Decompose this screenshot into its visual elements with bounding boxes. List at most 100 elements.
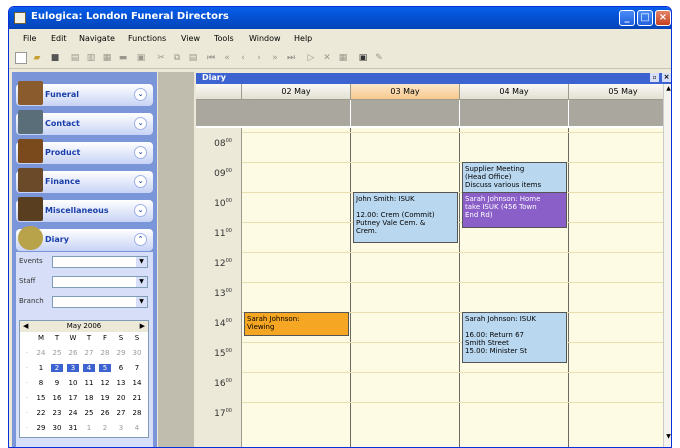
chevron-down-icon[interactable]: ▼ bbox=[136, 257, 147, 267]
calendar-day[interactable]: 3 bbox=[67, 364, 79, 372]
calendar-day[interactable]: 16 bbox=[51, 394, 63, 402]
calendar-day[interactable]: 22 bbox=[35, 409, 47, 417]
report-icon[interactable]: ▣ bbox=[135, 52, 147, 64]
calendar-day[interactable]: 30 bbox=[51, 424, 63, 432]
calendar-day[interactable]: 27 bbox=[115, 409, 127, 417]
chevron-down-icon[interactable]: ⌄ bbox=[134, 175, 147, 188]
calendar-day[interactable]: 29 bbox=[115, 349, 127, 357]
maximize-button[interactable]: □ bbox=[637, 10, 653, 26]
pane-splitter[interactable] bbox=[158, 72, 194, 447]
calendar-day[interactable]: 3 bbox=[115, 424, 127, 432]
vertical-scrollbar[interactable]: ▲ ▼ bbox=[663, 84, 671, 447]
chevron-down-icon[interactable]: ⌄ bbox=[134, 117, 147, 130]
menu-edit[interactable]: Edit bbox=[51, 34, 67, 43]
menu-tools[interactable]: Tools bbox=[214, 34, 234, 43]
paste-icon[interactable]: ▤ bbox=[187, 52, 199, 64]
nav-funeral[interactable]: Funeral ⌄ bbox=[16, 81, 153, 106]
chevron-down-icon[interactable]: ⌄ bbox=[134, 204, 147, 217]
calendar-day[interactable]: 23 bbox=[51, 409, 63, 417]
calendar-day[interactable]: 17 bbox=[67, 394, 79, 402]
calendar-day[interactable]: 29 bbox=[35, 424, 47, 432]
calendar-day[interactable]: 13 bbox=[115, 379, 127, 387]
prev-month-icon[interactable]: ◀ bbox=[23, 321, 28, 332]
day-column[interactable] bbox=[569, 128, 671, 447]
day-header[interactable]: 02 May bbox=[242, 84, 351, 100]
calendar-day[interactable]: 30 bbox=[131, 349, 143, 357]
calendar-day[interactable]: 4 bbox=[131, 424, 143, 432]
calendar-day[interactable]: 27 bbox=[83, 349, 95, 357]
title-bar[interactable]: Eulogica: London Funeral Directors _ □ × bbox=[9, 7, 671, 29]
calendar-day[interactable]: 1 bbox=[35, 364, 47, 372]
restore-icon[interactable]: ▫ bbox=[650, 73, 659, 82]
nav-diary[interactable]: Diary ⌃ bbox=[16, 226, 153, 251]
next-record-icon[interactable]: › bbox=[253, 52, 265, 64]
email-icon[interactable]: ▬ bbox=[117, 52, 129, 64]
minimize-button[interactable]: _ bbox=[619, 10, 635, 26]
last-record-icon[interactable]: ⏭ bbox=[285, 52, 297, 64]
close-icon[interactable]: × bbox=[662, 73, 671, 82]
calendar-day[interactable]: 4 bbox=[83, 364, 95, 372]
grid-icon[interactable]: ▦ bbox=[337, 52, 349, 64]
menu-help[interactable]: Help bbox=[294, 34, 312, 43]
chevron-down-icon[interactable]: ▼ bbox=[136, 277, 147, 287]
menu-functions[interactable]: Functions bbox=[128, 34, 166, 43]
calendar-day[interactable]: 5 bbox=[99, 364, 111, 372]
calendar-day[interactable]: 26 bbox=[67, 349, 79, 357]
calendar-day[interactable]: 21 bbox=[131, 394, 143, 402]
calendar-day[interactable]: 26 bbox=[99, 409, 111, 417]
next-page-icon[interactable]: » bbox=[269, 52, 281, 64]
calendar-day[interactable]: 15 bbox=[35, 394, 47, 402]
calculator-icon[interactable]: ▣ bbox=[357, 52, 369, 64]
delete-icon[interactable]: ✕ bbox=[321, 52, 333, 64]
next-month-icon[interactable]: ▶ bbox=[140, 321, 145, 332]
calendar-day[interactable]: 8 bbox=[35, 379, 47, 387]
day-header[interactable]: 04 May bbox=[460, 84, 569, 100]
calendar-day[interactable]: 24 bbox=[35, 349, 47, 357]
events-select[interactable]: ▼ bbox=[52, 256, 148, 268]
print-icon[interactable]: ▤ bbox=[69, 52, 81, 64]
day-column[interactable] bbox=[351, 128, 460, 447]
calendar-day[interactable]: 28 bbox=[99, 349, 111, 357]
chevron-up-icon[interactable]: ⌃ bbox=[134, 233, 147, 246]
calendar-day[interactable]: 20 bbox=[115, 394, 127, 402]
print-preview-icon[interactable]: ▥ bbox=[85, 52, 97, 64]
staff-select[interactable]: ▼ bbox=[52, 276, 148, 288]
new-icon[interactable] bbox=[15, 52, 27, 64]
previous-record-icon[interactable]: ‹ bbox=[237, 52, 249, 64]
nav-finance[interactable]: Finance ⌄ bbox=[16, 168, 153, 193]
scroll-down-icon[interactable]: ▼ bbox=[664, 432, 671, 441]
calendar-day[interactable]: 10 bbox=[67, 379, 79, 387]
chevron-down-icon[interactable]: ▼ bbox=[136, 297, 147, 307]
first-record-icon[interactable]: ⏮ bbox=[205, 52, 217, 64]
calendar-day[interactable]: 24 bbox=[67, 409, 79, 417]
all-day-strip[interactable] bbox=[242, 100, 350, 126]
branch-select[interactable]: ▼ bbox=[52, 296, 148, 308]
day-column[interactable] bbox=[242, 128, 351, 447]
all-day-strip[interactable] bbox=[351, 100, 459, 126]
appointment[interactable]: Sarah Johnson: Home take ISUK (456 Town En… bbox=[462, 192, 567, 228]
calendar-day[interactable]: 12 bbox=[99, 379, 111, 387]
scroll-up-icon[interactable]: ▲ bbox=[664, 84, 671, 93]
nav-contact[interactable]: Contact ⌄ bbox=[16, 110, 153, 135]
calendar-day[interactable]: 11 bbox=[83, 379, 95, 387]
cut-icon[interactable]: ✂ bbox=[155, 52, 167, 64]
open-folder-icon[interactable]: ▰ bbox=[31, 52, 43, 64]
chevron-down-icon[interactable]: ⌄ bbox=[134, 88, 147, 101]
nav-miscellaneous[interactable]: Miscellaneous ⌄ bbox=[16, 197, 153, 222]
chevron-down-icon[interactable]: ⌄ bbox=[134, 146, 147, 159]
fax-icon[interactable]: ▦ bbox=[101, 52, 113, 64]
appointment[interactable]: Sarah Johnson: Viewing bbox=[244, 312, 349, 336]
calendar-day[interactable]: 1 bbox=[83, 424, 95, 432]
calendar-day[interactable]: 18 bbox=[83, 394, 95, 402]
nav-product[interactable]: Product ⌄ bbox=[16, 139, 153, 164]
calendar-day[interactable]: 14 bbox=[131, 379, 143, 387]
day-header[interactable]: 03 May bbox=[351, 84, 460, 100]
calendar-day[interactable]: 2 bbox=[99, 424, 111, 432]
calendar-day[interactable]: 19 bbox=[99, 394, 111, 402]
appointment[interactable]: Sarah Johnson: ISUK 16.00: Return 67 Smit… bbox=[462, 312, 567, 363]
calendar-day[interactable]: 25 bbox=[83, 409, 95, 417]
calendar-day[interactable]: 9 bbox=[51, 379, 63, 387]
appointment[interactable]: John Smith: ISUK 12.00: Crem (Commit) Put… bbox=[353, 192, 458, 243]
save-icon[interactable]: ■ bbox=[49, 52, 61, 64]
tools-icon[interactable]: ✎ bbox=[373, 52, 385, 64]
